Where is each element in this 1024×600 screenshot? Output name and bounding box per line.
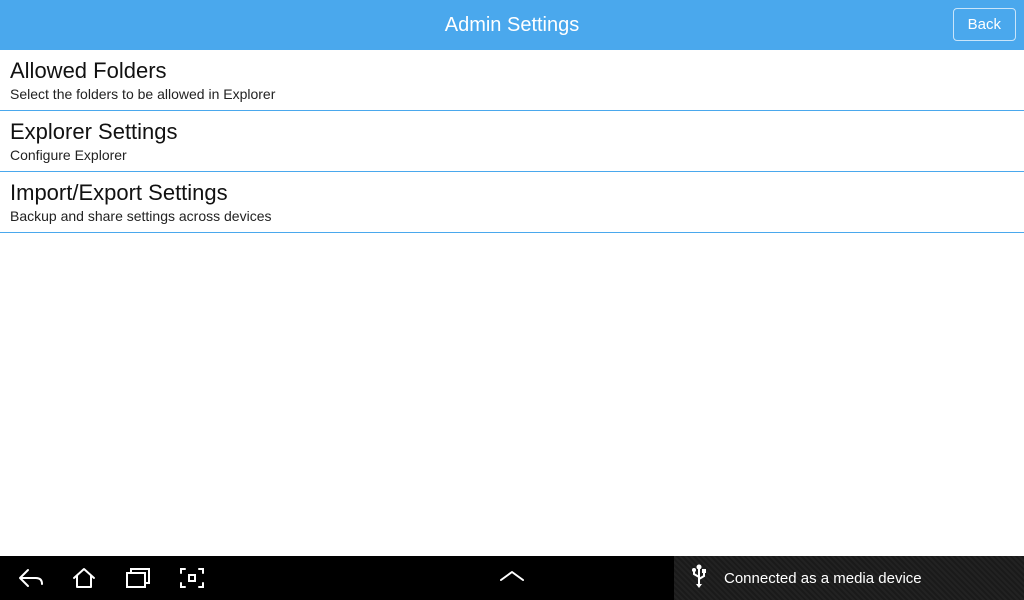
expand-icon[interactable] <box>497 568 527 589</box>
screenshot-icon[interactable] <box>178 564 206 592</box>
list-item-title: Import/Export Settings <box>10 180 1014 206</box>
list-item-explorer-settings[interactable]: Explorer Settings Configure Explorer <box>0 111 1024 172</box>
back-icon[interactable] <box>16 564 44 592</box>
usb-icon <box>690 564 708 593</box>
settings-list: Allowed Folders Select the folders to be… <box>0 50 1024 233</box>
recent-apps-icon[interactable] <box>124 564 152 592</box>
page-title: Admin Settings <box>445 14 580 37</box>
header: Admin Settings Back <box>0 0 1024 50</box>
list-item-title: Allowed Folders <box>10 58 1014 84</box>
list-item-desc: Backup and share settings across devices <box>10 208 1014 224</box>
list-item-desc: Select the folders to be allowed in Expl… <box>10 86 1014 102</box>
list-item-allowed-folders[interactable]: Allowed Folders Select the folders to be… <box>0 50 1024 111</box>
back-button[interactable]: Back <box>953 8 1016 41</box>
home-icon[interactable] <box>70 564 98 592</box>
navigation-bar: Connected as a media device <box>0 556 1024 600</box>
status-panel[interactable]: Connected as a media device <box>674 556 1024 600</box>
list-item-title: Explorer Settings <box>10 119 1014 145</box>
list-item-desc: Configure Explorer <box>10 147 1014 163</box>
status-text: Connected as a media device <box>724 570 922 587</box>
nav-icons <box>0 564 206 592</box>
list-item-import-export[interactable]: Import/Export Settings Backup and share … <box>0 172 1024 233</box>
